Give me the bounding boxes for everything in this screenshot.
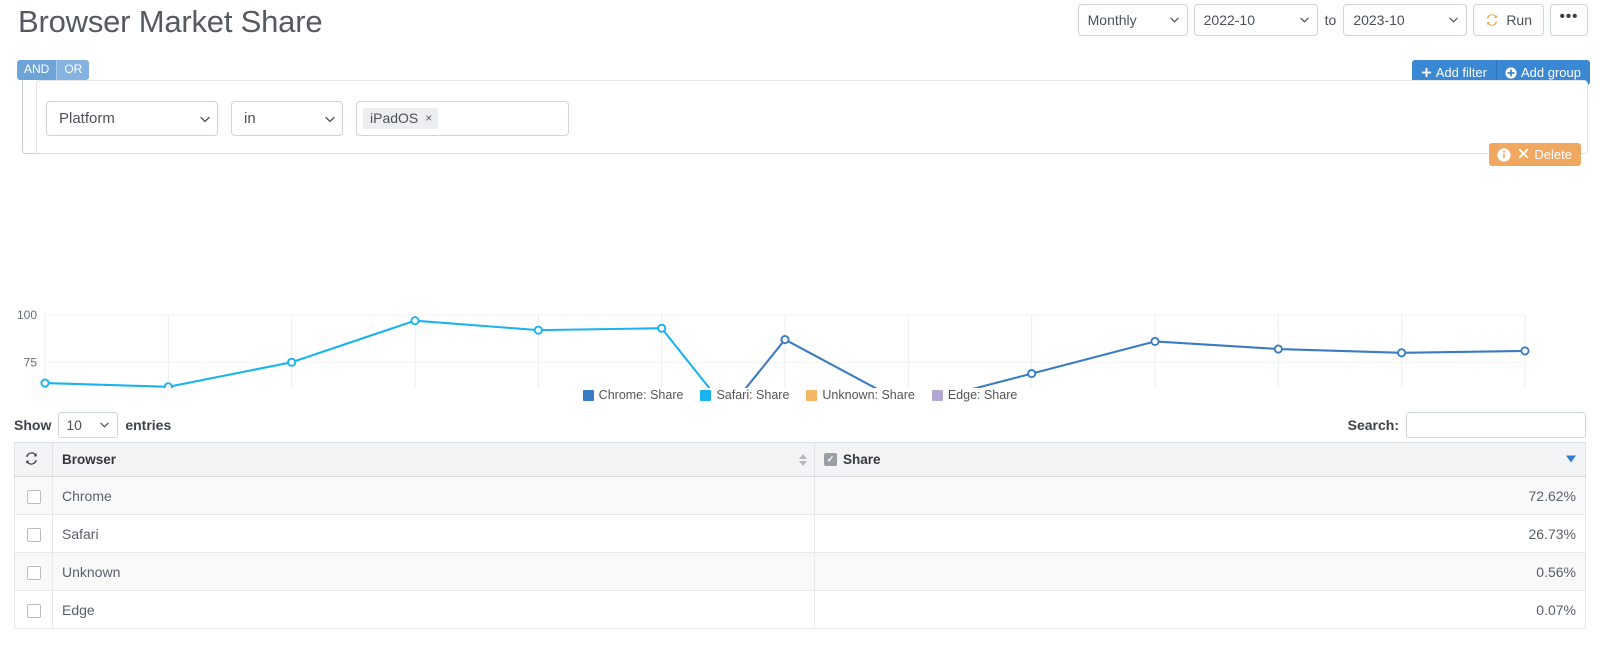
or-toggle-button[interactable]: OR xyxy=(56,60,89,80)
remove-tag-icon[interactable]: × xyxy=(425,112,432,124)
legend-label: Safari: Share xyxy=(716,388,789,402)
refresh-column-header[interactable] xyxy=(15,443,53,477)
filter-value-tag: iPadOS × xyxy=(363,108,438,129)
legend-item[interactable]: Unknown: Share xyxy=(806,388,914,402)
filter-value-tagbox[interactable]: iPadOS × xyxy=(356,101,569,136)
plus-circle-icon xyxy=(1505,67,1517,79)
filter-operator-select[interactable]: in xyxy=(231,101,343,136)
legend-label: Unknown: Share xyxy=(822,388,914,402)
cell-share: 26.73% xyxy=(815,515,1586,553)
row-checkbox[interactable] xyxy=(27,566,41,580)
legend-item[interactable]: Chrome: Share xyxy=(583,388,684,402)
filter-builder: AND OR Add filter Add group Platform xyxy=(0,52,1600,144)
cell-share: 0.56% xyxy=(815,553,1586,591)
row-checkbox[interactable] xyxy=(27,528,41,542)
chevron-down-icon xyxy=(1449,16,1458,25)
add-group-label: Add group xyxy=(1521,66,1581,79)
date-range-to-label: to xyxy=(1325,12,1337,28)
chart-canvas[interactable]: 02550751002022-102022-112022-122023-0120… xyxy=(0,148,1600,388)
legend-swatch-icon xyxy=(700,390,711,401)
row-select-cell[interactable] xyxy=(15,477,53,515)
row-select-cell[interactable] xyxy=(15,515,53,553)
legend-item[interactable]: Safari: Share xyxy=(700,388,789,402)
legend-swatch-icon xyxy=(806,390,817,401)
legend-swatch-icon xyxy=(932,390,943,401)
table-header-share[interactable]: ✓ Share xyxy=(815,443,1586,477)
more-options-button[interactable]: ••• xyxy=(1550,4,1588,36)
and-toggle-button[interactable]: AND xyxy=(17,60,56,80)
run-button[interactable]: Run xyxy=(1473,4,1544,36)
table-row[interactable]: Chrome72.62% xyxy=(15,477,1586,515)
chevron-down-icon xyxy=(200,114,209,123)
chart-legend: Chrome: Share Safari: Share Unknown: Share… xyxy=(0,388,1600,402)
filter-operator-value: in xyxy=(244,110,256,127)
sort-arrows-icon xyxy=(799,454,807,466)
market-share-chart: 02550751002022-102022-112022-122023-0120… xyxy=(0,148,1600,408)
svg-text:75: 75 xyxy=(24,355,38,369)
refresh-icon xyxy=(1485,13,1499,27)
cell-browser: Unknown xyxy=(53,553,815,591)
table-toolbar: Show 10 entries Search: xyxy=(14,408,1586,442)
svg-text:100: 100 xyxy=(17,308,37,322)
plus-icon xyxy=(1421,67,1432,78)
entries-per-page-select[interactable]: 10 xyxy=(58,412,118,438)
chevron-down-icon xyxy=(325,114,334,123)
legend-label: Edge: Share xyxy=(948,388,1018,402)
table-row[interactable]: Unknown0.56% xyxy=(15,553,1586,591)
cell-browser: Edge xyxy=(53,591,815,629)
and-or-toggle[interactable]: AND OR xyxy=(17,60,89,80)
date-from-value: 2022-10 xyxy=(1204,12,1255,28)
entries-value: 10 xyxy=(66,417,82,433)
chevron-down-icon xyxy=(100,421,109,430)
date-to-value: 2023-10 xyxy=(1353,12,1404,28)
filter-row: Platform in iPadOS × xyxy=(46,101,569,136)
ellipsis-icon: ••• xyxy=(1560,9,1579,24)
row-checkbox[interactable] xyxy=(27,490,41,504)
table-row[interactable]: Edge0.07% xyxy=(15,591,1586,629)
table-header-share-label: Share xyxy=(843,452,881,467)
date-to-select[interactable]: 2023-10 xyxy=(1343,4,1467,36)
table-search-control: Search: xyxy=(1348,412,1586,438)
table-header-browser-label: Browser xyxy=(62,452,116,467)
filter-row-panel: Platform in iPadOS × xyxy=(36,80,1588,154)
run-button-label: Run xyxy=(1506,12,1532,28)
date-from-select[interactable]: 2022-10 xyxy=(1194,4,1318,36)
cell-browser: Chrome xyxy=(53,477,815,515)
results-table-section: Show 10 entries Search: xyxy=(0,408,1600,629)
search-label: Search: xyxy=(1348,417,1399,433)
filter-field-value: Platform xyxy=(59,110,115,127)
add-filter-label: Add filter xyxy=(1436,66,1487,79)
share-column-checkbox[interactable]: ✓ xyxy=(824,453,837,466)
page-title: Browser Market Share xyxy=(18,4,322,40)
table-row[interactable]: Safari26.73% xyxy=(15,515,1586,553)
sort-descending-icon xyxy=(1566,454,1576,465)
legend-item[interactable]: Edge: Share xyxy=(932,388,1018,402)
table-header-row: Browser ✓ Share xyxy=(15,443,1586,477)
cell-share: 0.07% xyxy=(815,591,1586,629)
granularity-value: Monthly xyxy=(1088,12,1137,28)
show-entries-control: Show 10 entries xyxy=(14,412,171,438)
results-table: Browser ✓ Share Chrome72.62% xyxy=(14,442,1586,629)
refresh-icon[interactable] xyxy=(24,451,39,466)
filter-field-select[interactable]: Platform xyxy=(46,101,218,136)
table-head: Browser ✓ Share xyxy=(15,443,1586,477)
row-checkbox[interactable] xyxy=(27,604,41,618)
page-header: Browser Market Share Monthly 2022-10 to … xyxy=(0,0,1600,52)
cell-browser: Safari xyxy=(53,515,815,553)
legend-label: Chrome: Share xyxy=(599,388,684,402)
chevron-down-icon xyxy=(1300,16,1309,25)
legend-swatch-icon xyxy=(583,390,594,401)
show-label: Show xyxy=(14,417,51,433)
table-body: Chrome72.62%Safari26.73%Unknown0.56%Edge… xyxy=(15,477,1586,629)
search-input[interactable] xyxy=(1406,412,1586,438)
row-select-cell[interactable] xyxy=(15,553,53,591)
granularity-select[interactable]: Monthly xyxy=(1078,4,1188,36)
cell-share: 72.62% xyxy=(815,477,1586,515)
row-select-cell[interactable] xyxy=(15,591,53,629)
filter-value-tag-label: iPadOS xyxy=(370,111,418,125)
entries-label: entries xyxy=(125,417,171,433)
table-header-browser[interactable]: Browser xyxy=(53,443,815,477)
chevron-down-icon xyxy=(1170,16,1179,25)
query-controls: Monthly 2022-10 to 2023-10 xyxy=(1072,4,1588,36)
